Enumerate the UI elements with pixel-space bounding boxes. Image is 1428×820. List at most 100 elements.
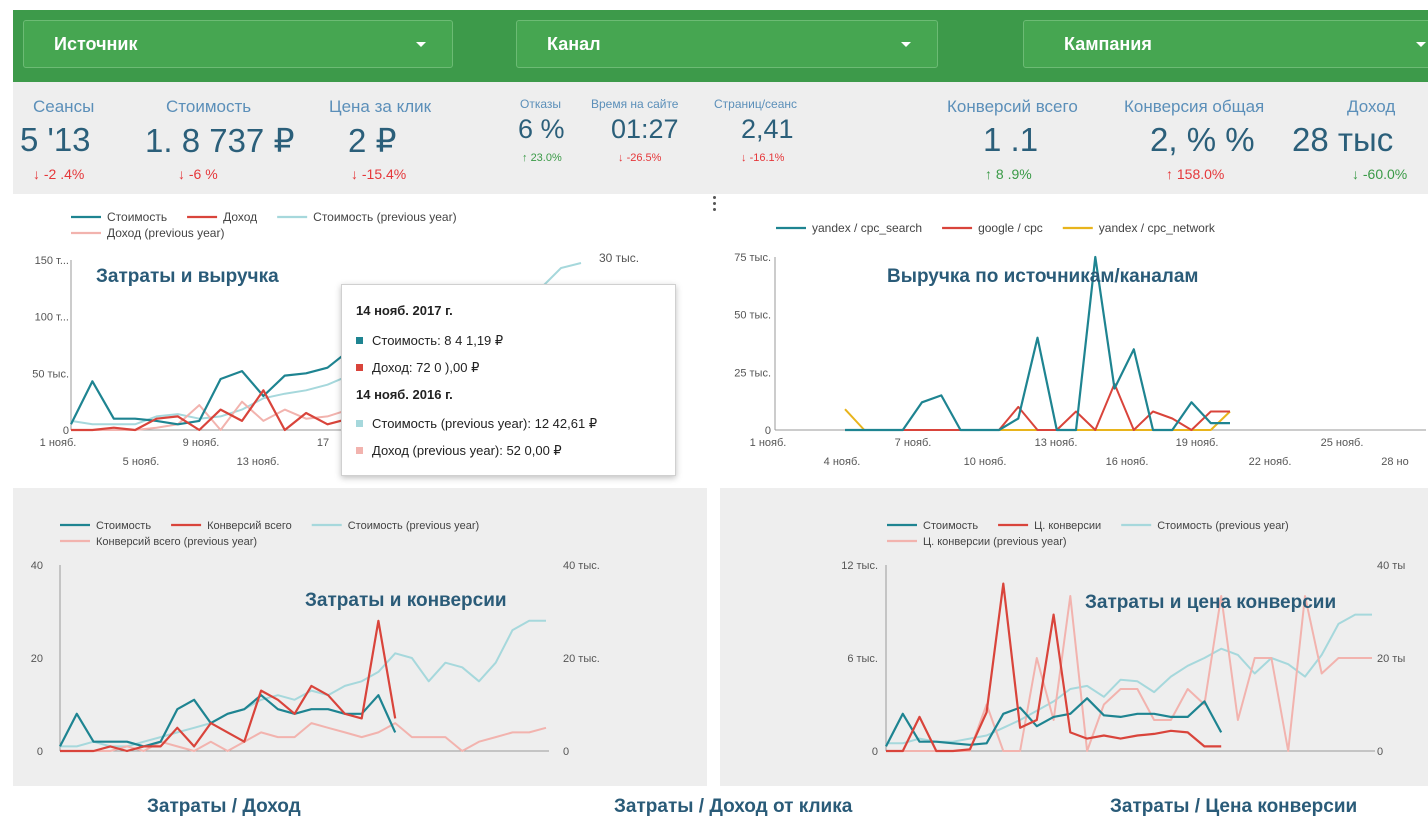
y-tick-label: 50 тыс.: [32, 368, 69, 380]
channel-dropdown-label: Канал: [547, 34, 601, 54]
y-tick-label: 0: [1377, 746, 1383, 758]
series-conv-prev: [60, 722, 547, 752]
chart-panel-cost-conversions: Стоимость Конверсий всего Стоимость (previ…: [13, 488, 707, 786]
legend-label: Стоимость: [107, 210, 167, 224]
x-tick-label: 1 нояб.: [750, 437, 787, 449]
y-tick-label: 40 тыс.: [563, 560, 600, 572]
kpi-change: ↑ 8 .9%: [985, 166, 1032, 182]
kpi-value: 01:27: [611, 114, 679, 144]
kpi-label: Отказы: [520, 97, 562, 111]
x-tick-label: 4 нояб.: [824, 456, 861, 468]
x-tick-label: 7 нояб.: [895, 437, 932, 449]
kpi-change: ↓ -26.5%: [618, 152, 662, 164]
x-tick-label: 10 нояб.: [964, 456, 1007, 468]
kpi-label: Конверсий всего: [947, 97, 1078, 116]
y-tick-label: 20 ты: [1377, 653, 1405, 665]
tooltip-row: Доход (previous year): 52 0,00 ₽: [356, 443, 562, 459]
y-tick-label: 40: [31, 560, 43, 572]
kpi-change: ↓ -15.4%: [351, 166, 407, 182]
y-tick-label: 12 тыс.: [841, 560, 878, 572]
chart-title: Выручка по источникам/каналам: [887, 266, 1199, 287]
kpi-change: ↑ 158.0%: [1166, 166, 1225, 182]
y-tick-label: 0: [563, 746, 569, 758]
legend-label: Конверсий всего (previous year): [96, 536, 257, 548]
y-tick-label: 40 ты: [1377, 560, 1405, 572]
chart-cost-conversions[interactable]: Стоимость Конверсий всего Стоимость (previ…: [13, 488, 707, 786]
kpi-value: 5 '13: [20, 121, 91, 158]
kpi-value: 2 ₽: [348, 122, 397, 159]
legend-label: yandex / cpc_network: [1099, 221, 1216, 235]
kpi-label: Время на сайте: [591, 97, 679, 111]
series-cost-prev: [60, 619, 546, 748]
x-tick-label: 9 нояб.: [183, 437, 220, 449]
source-dropdown[interactable]: Источник: [23, 20, 453, 68]
kpi-value: 6 %: [518, 114, 565, 144]
legend-label: Стоимость: [923, 520, 978, 532]
y-tick-label: 75 тыс.: [734, 252, 771, 264]
kpi-value: 28 тыс: [1292, 121, 1394, 158]
kpi-change: ↓ -6 %: [178, 166, 218, 182]
y-tick-label: 6 тыс.: [847, 653, 878, 665]
y-tick-label: 0: [63, 425, 69, 437]
campaign-dropdown[interactable]: Кампания: [1023, 20, 1428, 68]
y-tick-label: 0: [37, 746, 43, 758]
filter-bar: Источник Канал Кампания: [13, 10, 1428, 82]
kpi-value: 2,41: [741, 114, 794, 144]
kpi-value: 2, % %: [1150, 121, 1255, 158]
chart-revenue-by-source[interactable]: yandex / cpc_search google / cpc yandex / …: [720, 196, 1428, 484]
tooltip-row: Стоимость (previous year): 12 42,61 ₽: [356, 416, 597, 432]
chart-panel-revenue-by-source: yandex / cpc_search google / cpc yandex / …: [720, 196, 1428, 484]
source-dropdown-label: Источник: [54, 34, 138, 54]
chart-tooltip: 14 нояб. 2017 г. Стоимость: 8 4 1,19 ₽ Д…: [341, 284, 676, 476]
chart-title: Затраты и цена конверсии: [1085, 592, 1337, 613]
x-tick-label: 5 нояб.: [123, 456, 160, 468]
series-price-prev: [886, 595, 1372, 752]
chart-cost-conversion-price[interactable]: Стоимость Ц. конверсии Стоимость (previous…: [720, 488, 1428, 786]
kpi-label: Страниц/сеанс: [714, 97, 798, 111]
legend-label: Стоимость (previous year): [1157, 520, 1288, 532]
tooltip-date: 14 нояб. 2017 г.: [356, 303, 453, 318]
y-tick-label: 25 тыс.: [734, 367, 771, 379]
kpi-change: ↓ -60.0%: [1352, 166, 1408, 182]
footer-label: Затраты / Доход: [147, 796, 301, 817]
kpi-label: Доход: [1347, 97, 1396, 116]
y-tick-label: 30 тыс.: [599, 251, 639, 265]
kpi-value: 1. 8 737 ₽: [145, 122, 295, 159]
chevron-down-icon: [416, 42, 426, 47]
tooltip-date: 14 нояб. 2016 г.: [356, 387, 453, 402]
kpi-value: 1 .1: [983, 121, 1039, 158]
more-vert-icon[interactable]: [713, 196, 717, 214]
chart-title: Затраты и выручка: [96, 266, 279, 287]
y-tick-label: 100 т...: [35, 312, 69, 324]
kpi-change: ↑ 23.0%: [522, 152, 562, 164]
x-tick-label: 17: [317, 437, 329, 449]
legend-label: Стоимость: [96, 520, 151, 532]
kpi-label: Сеансы: [33, 97, 95, 116]
footer-label: Затраты / Доход от клика: [614, 796, 853, 817]
legend-label: Ц. конверсии: [1034, 520, 1101, 532]
series-cost-prev: [542, 262, 582, 287]
kpi-label: Цена за клик: [329, 97, 432, 116]
kpi-change: ↓ -2 .4%: [33, 166, 85, 182]
legend-label: Конверсий всего: [207, 520, 292, 532]
legend-label: Стоимость (previous year): [313, 210, 456, 224]
legend-label: Стоимость (previous year): [348, 520, 479, 532]
legend-label: Доход: [223, 210, 257, 224]
campaign-dropdown-label: Кампания: [1064, 34, 1152, 54]
series-cost-prev: [886, 613, 1372, 745]
y-tick-label: 20 тыс.: [563, 653, 600, 665]
x-tick-label: 16 нояб.: [1106, 456, 1149, 468]
y-tick-label: 0: [765, 425, 771, 437]
series-cost: [59, 694, 397, 748]
x-tick-label: 25 нояб.: [1321, 437, 1364, 449]
x-tick-label: 13 нояб.: [1035, 437, 1078, 449]
legend-label: google / cpc: [978, 221, 1043, 235]
y-tick-label: 50 тыс.: [734, 310, 771, 322]
channel-dropdown[interactable]: Канал: [516, 20, 938, 68]
series-google: [845, 382, 1230, 431]
tooltip-row: Стоимость: 8 4 1,19 ₽: [356, 333, 503, 349]
x-tick-label: 19 нояб.: [1176, 437, 1219, 449]
chevron-down-icon: [901, 42, 911, 47]
x-tick-label: 28 но: [1381, 456, 1408, 468]
legend-label: yandex / cpc_search: [812, 221, 922, 235]
